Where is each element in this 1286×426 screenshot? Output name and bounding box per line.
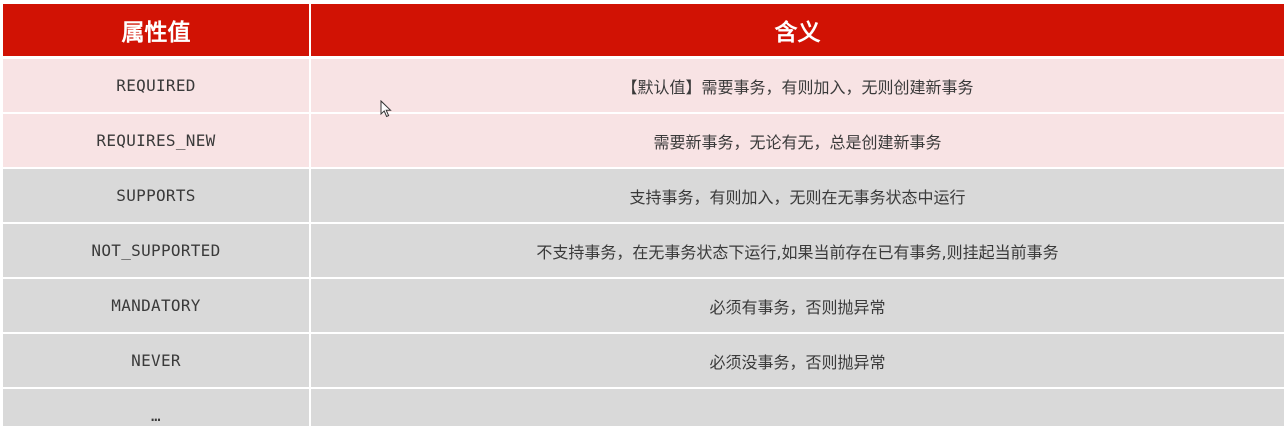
meaning-cell xyxy=(311,387,1284,426)
slide-page: 属性值 含义 REQUIRED 【默认值】需要事务，有则加入，无则创建新事务 R… xyxy=(0,0,1286,426)
table-row: … xyxy=(3,387,1284,426)
meaning-cell: 需要新事务，无论有无，总是创建新事务 xyxy=(311,112,1284,167)
table-row: REQUIRED 【默认值】需要事务，有则加入，无则创建新事务 xyxy=(3,56,1284,112)
attribute-value-cell: REQUIRES_NEW xyxy=(3,112,311,167)
attribute-value-cell: MANDATORY xyxy=(3,277,311,332)
attribute-value-cell: SUPPORTS xyxy=(3,167,311,222)
attribute-value-cell: REQUIRED xyxy=(3,56,311,112)
meaning-cell: 支持事务，有则加入，无则在无事务状态中运行 xyxy=(311,167,1284,222)
table-row: NEVER 必须没事务，否则抛异常 xyxy=(3,332,1284,387)
meaning-cell: 必须有事务，否则抛异常 xyxy=(311,277,1284,332)
mouse-pointer-icon xyxy=(380,100,392,118)
meaning-cell: 【默认值】需要事务，有则加入，无则创建新事务 xyxy=(311,56,1284,112)
table-row: REQUIRES_NEW 需要新事务，无论有无，总是创建新事务 xyxy=(3,112,1284,167)
table-row: MANDATORY 必须有事务，否则抛异常 xyxy=(3,277,1284,332)
propagation-table: 属性值 含义 REQUIRED 【默认值】需要事务，有则加入，无则创建新事务 R… xyxy=(3,4,1284,426)
meaning-cell: 必须没事务，否则抛异常 xyxy=(311,332,1284,387)
table-row: NOT_SUPPORTED 不支持事务，在无事务状态下运行,如果当前存在已有事务… xyxy=(3,222,1284,277)
attribute-value-cell: NEVER xyxy=(3,332,311,387)
table-row: SUPPORTS 支持事务，有则加入，无则在无事务状态中运行 xyxy=(3,167,1284,222)
header-attribute-value: 属性值 xyxy=(3,4,311,56)
table-header-row: 属性值 含义 xyxy=(3,4,1284,56)
attribute-value-cell: NOT_SUPPORTED xyxy=(3,222,311,277)
header-meaning: 含义 xyxy=(311,4,1284,56)
attribute-value-cell: … xyxy=(3,387,311,426)
meaning-cell: 不支持事务，在无事务状态下运行,如果当前存在已有事务,则挂起当前事务 xyxy=(311,222,1284,277)
